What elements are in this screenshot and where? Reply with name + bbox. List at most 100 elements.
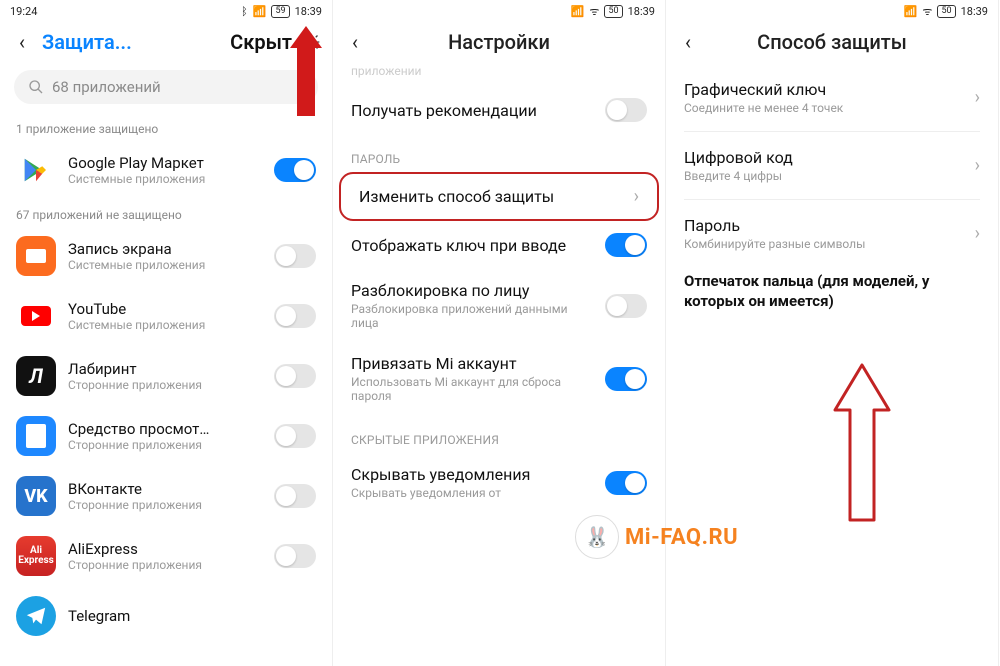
method-title: Графический ключ [684, 80, 975, 99]
header: ‹ Защита... Скрыт [0, 22, 332, 64]
toggle[interactable] [274, 304, 316, 328]
setting-title: Привязать Mi аккаунт [351, 354, 595, 373]
app-row-google-play[interactable]: Google Play Маркет Системные приложения [0, 140, 332, 200]
search-placeholder: 68 приложений [52, 78, 161, 96]
back-icon[interactable]: ‹ [10, 30, 34, 54]
app-row-aliexpress[interactable]: AliExpress AliExpress Сторонние приложен… [0, 526, 332, 586]
toggle[interactable] [605, 233, 647, 257]
row-change-method[interactable]: Изменить способ защиты › [341, 174, 657, 219]
wifi-icon: ᯤ [922, 4, 932, 19]
tab-protect[interactable]: Защита... [42, 30, 222, 54]
method-pattern[interactable]: Графический ключ Соедините не менее 4 то… [666, 64, 998, 131]
app-title: ВКонтакте [68, 480, 262, 498]
toggle[interactable] [274, 244, 316, 268]
chevron-right-icon: › [975, 155, 980, 176]
unprotected-caption: 67 приложений не защищено [0, 200, 332, 226]
app-sub: Системные приложения [68, 258, 262, 272]
section-password: ПАРОЛЬ [333, 134, 665, 172]
method-password[interactable]: Пароль Комбинируйте разные символы › [666, 200, 998, 267]
setting-sub: Скрывать уведомления от [351, 486, 595, 500]
app-sub: Сторонние приложения [68, 378, 262, 392]
app-title: Google Play Маркет [68, 154, 262, 172]
app-row-viewer[interactable]: Средство просмот… Сторонние приложения [0, 406, 332, 466]
app-title: Telegram [68, 607, 316, 625]
setting-title: Разблокировка по лицу [351, 281, 595, 300]
annotation-highlight-change-method: Изменить способ защиты › [339, 172, 659, 221]
google-play-icon [16, 150, 56, 190]
status-time-right: 18:39 [628, 5, 655, 18]
status-time-right: 18:39 [295, 5, 322, 18]
method-sub: Соедините не менее 4 точек [684, 101, 975, 115]
screen-recorder-icon [16, 236, 56, 276]
signal-icon: 📶 [904, 5, 918, 18]
toggle[interactable] [274, 364, 316, 388]
app-title: Средство просмот… [68, 420, 262, 438]
panel-settings: 📶 ᯤ 50 18:39 ‹ Настройки приложении Полу… [333, 0, 666, 666]
chevron-right-icon: › [634, 186, 639, 207]
search-icon [28, 79, 44, 95]
row-recommendations[interactable]: Получать рекомендации [333, 86, 665, 134]
telegram-icon [16, 596, 56, 636]
row-bind-mi[interactable]: Привязать Mi аккаунт Использовать Mi акк… [333, 342, 665, 415]
method-pin[interactable]: Цифровой код Введите 4 цифры › [666, 132, 998, 199]
app-row-telegram[interactable]: Telegram [0, 586, 332, 646]
battery-indicator: 50 [937, 5, 955, 18]
signal-icon: 📶 [253, 5, 267, 18]
app-row-youtube[interactable]: YouTube Системные приложения [0, 286, 332, 346]
status-bar: 📶 ᯤ 50 18:39 [666, 0, 998, 22]
row-face-unlock[interactable]: Разблокировка по лицу Разблокировка прил… [333, 269, 665, 342]
toggle[interactable] [274, 544, 316, 568]
battery-indicator: 59 [271, 5, 289, 18]
gear-icon[interactable] [300, 31, 322, 53]
header: ‹ Способ защиты [666, 22, 998, 64]
method-sub: Введите 4 цифры [684, 169, 975, 183]
toggle[interactable] [605, 294, 647, 318]
panel-protection-method: 📶 ᯤ 50 18:39 ‹ Способ защиты Графический… [666, 0, 999, 666]
app-row-labirint[interactable]: Л Лабиринт Сторонние приложения [0, 346, 332, 406]
status-bar: 📶 ᯤ 50 18:39 [333, 0, 665, 22]
status-time-right: 18:39 [961, 5, 988, 18]
panel-app-protection: 19:24 ᛒ 📶 59 18:39 ‹ Защита... Скрыт 68 … [0, 0, 333, 666]
toggle[interactable] [605, 98, 647, 122]
youtube-icon [16, 296, 56, 336]
page-title: Способ защиты [708, 30, 956, 54]
app-sub: Сторонние приложения [68, 438, 262, 452]
row-show-key[interactable]: Отображать ключ при вводе [333, 221, 665, 269]
row-hide-notifications[interactable]: Скрывать уведомления Скрывать уведомлени… [333, 453, 665, 512]
method-title: Пароль [684, 216, 975, 235]
back-icon[interactable]: ‹ [343, 30, 367, 54]
toggle[interactable] [274, 484, 316, 508]
app-title: YouTube [68, 300, 262, 318]
method-title: Цифровой код [684, 148, 975, 167]
battery-indicator: 50 [604, 5, 622, 18]
signal-icon: 📶 [571, 5, 585, 18]
toggle[interactable] [274, 158, 316, 182]
fingerprint-note: Отпечаток пальца (для моделей, у которых… [666, 267, 998, 316]
setting-title: Скрывать уведомления [351, 465, 595, 484]
status-time-left: 19:24 [10, 5, 37, 18]
search-input[interactable]: 68 приложений [14, 70, 318, 104]
labirint-icon: Л [16, 356, 56, 396]
page-title: Настройки [375, 30, 623, 54]
toggle[interactable] [605, 367, 647, 391]
vk-icon: VK [16, 476, 56, 516]
setting-title: Изменить способ защиты [359, 187, 624, 206]
app-sub: Системные приложения [68, 172, 262, 186]
app-sub: Сторонние приложения [68, 498, 262, 512]
status-bar: 19:24 ᛒ 📶 59 18:39 [0, 0, 332, 22]
app-row-screen-recorder[interactable]: Запись экрана Системные приложения [0, 226, 332, 286]
setting-title: Получать рекомендации [351, 101, 595, 120]
aliexpress-icon: AliExpress [16, 536, 56, 576]
bluetooth-icon: ᛒ [241, 5, 248, 18]
toggle[interactable] [274, 424, 316, 448]
app-title: Лабиринт [68, 360, 262, 378]
protected-caption: 1 приложение защищено [0, 114, 332, 140]
toggle[interactable] [605, 471, 647, 495]
app-row-vk[interactable]: VK ВКонтакте Сторонние приложения [0, 466, 332, 526]
tab-hide[interactable]: Скрыт [230, 30, 292, 54]
method-sub: Комбинируйте разные символы [684, 237, 975, 251]
back-icon[interactable]: ‹ [676, 30, 700, 54]
setting-sub: Разблокировка приложений данными лица [351, 302, 595, 330]
setting-sub: Использовать Mi аккаунт для сброса парол… [351, 375, 595, 403]
chevron-right-icon: › [975, 87, 980, 108]
